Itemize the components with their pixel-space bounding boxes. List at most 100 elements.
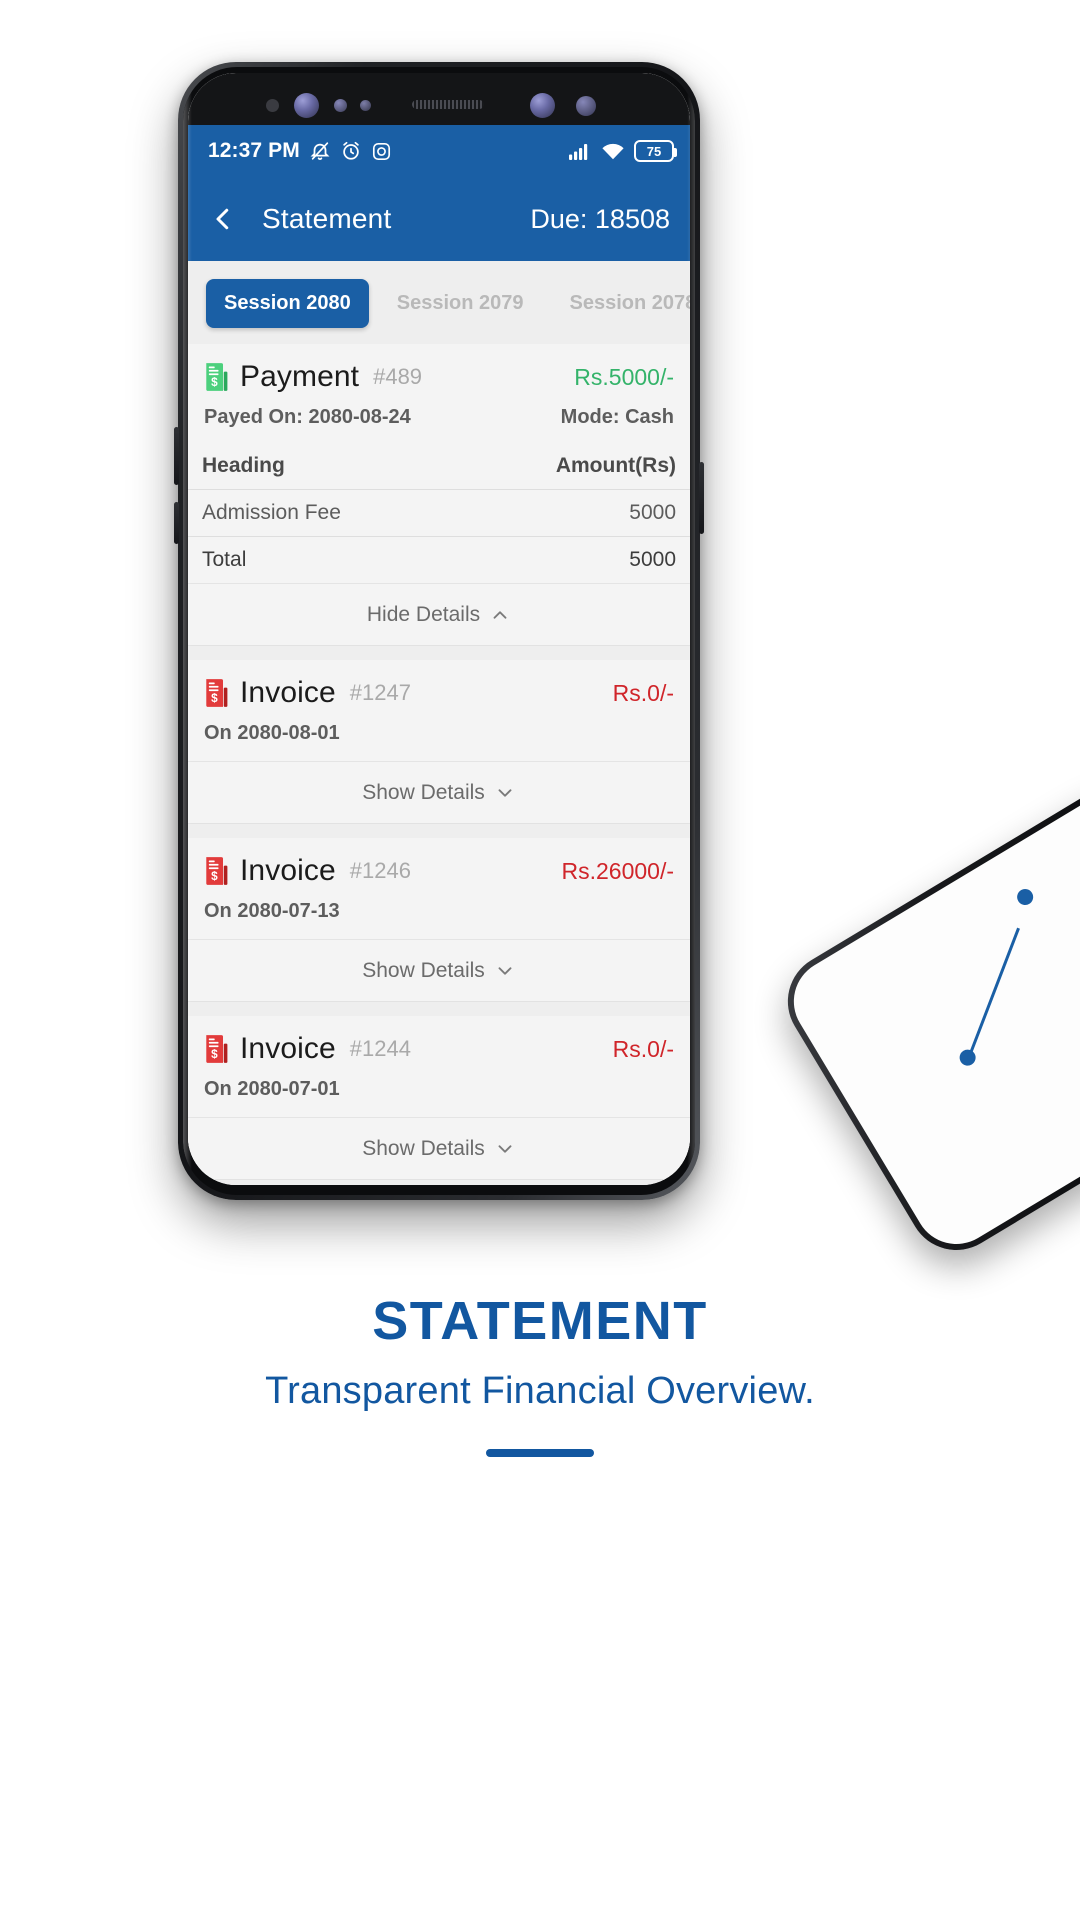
promo-text-block: STATEMENT Transparent Financial Overview…	[0, 1290, 1080, 1457]
due-amount-label: Due: 18508	[530, 203, 670, 234]
svg-text:$: $	[211, 870, 218, 883]
sensor-strip	[188, 73, 690, 125]
volume-down-button[interactable]	[174, 502, 179, 544]
hide-details-toggle[interactable]: Hide Details	[188, 583, 690, 645]
invoice-date-label: On 2080-07-13	[204, 900, 340, 922]
card-separator	[188, 824, 690, 838]
tab-session-2079[interactable]: Session 2079	[379, 279, 542, 328]
earpiece-speaker	[412, 100, 484, 109]
light-sensor-icon	[360, 100, 371, 111]
alarm-clock-icon	[343, 141, 359, 160]
entry-kind-label: Invoice	[240, 676, 336, 709]
invoice-date-label: On 2080-07-01	[204, 1078, 340, 1100]
secondary-camera-icon	[530, 93, 555, 118]
card-separator	[188, 646, 690, 660]
chevron-up-icon	[493, 610, 507, 619]
phone-screen: 12:37 PM 75 Statement Due: 18508 Session…	[188, 73, 690, 1185]
invoice-title-row: $ Invoice #1244 Rs.0/-	[204, 1032, 674, 1066]
table-row: Admission Fee 5000	[188, 490, 690, 536]
payment-meta-row: Payed On: 2080-08-24 Mode: Cash	[204, 406, 674, 429]
chevron-down-icon	[498, 966, 512, 975]
svg-text:$: $	[211, 692, 218, 705]
svg-text:$: $	[211, 376, 218, 389]
proximity-sensor-icon	[266, 99, 279, 112]
phone-bezel: 12:37 PM 75 Statement Due: 18508 Session…	[183, 67, 695, 1195]
entry-number-label: #1246	[349, 858, 411, 883]
entry-amount-label: Rs.0/-	[612, 1035, 674, 1062]
session-tab-bar[interactable]: Session 2080 Session 2079 Session 2078	[188, 261, 690, 344]
show-details-toggle[interactable]: Show Details	[188, 761, 690, 823]
invoice-date-label: On 2080-08-01	[204, 722, 340, 744]
card-separator	[188, 1002, 690, 1016]
svg-text:$: $	[211, 1048, 218, 1061]
invoice-meta-row: On 2080-07-01	[204, 1078, 674, 1101]
statement-entry-invoice-1246[interactable]: $ Invoice #1246 Rs.26000/- On 2080-07-13	[188, 838, 690, 1002]
led-indicator-icon	[576, 96, 596, 116]
status-bar-left-cluster: 12:37 PM	[208, 139, 392, 163]
promo-underline-rule	[486, 1449, 594, 1457]
battery-indicator: 75	[634, 140, 677, 162]
entry-number-label: #489	[373, 364, 423, 389]
receipt-green-icon: $	[206, 363, 228, 391]
entry-amount-label: Rs.5000/-	[574, 363, 674, 390]
invoice-card-body: $ Invoice #1246 Rs.26000/- On 2080-07-13	[188, 838, 690, 939]
phone-mockup-primary: 12:37 PM 75 Statement Due: 18508 Session…	[174, 62, 704, 1200]
promo-headline: STATEMENT	[372, 1291, 708, 1351]
tab-session-2080[interactable]: Session 2080	[206, 279, 369, 328]
row-heading-value: Admission Fee	[202, 501, 341, 524]
front-camera-icon	[294, 93, 319, 118]
entry-kind-label: Payment	[240, 360, 360, 393]
status-bar-right-cluster: 75	[568, 140, 677, 162]
cellular-signal-icon	[569, 144, 588, 160]
table-header-row: Heading Amount(Rs)	[188, 443, 690, 490]
volume-up-button[interactable]	[174, 427, 179, 485]
statement-entry-invoice-1247[interactable]: $ Invoice #1247 Rs.0/- On 2080-08-01 Sho…	[188, 660, 690, 824]
column-header-amount: Amount(Rs)	[555, 454, 676, 477]
payment-title-row: $ Payment #489 Rs.5000/-	[204, 360, 674, 394]
chart-connector-line	[966, 927, 1020, 1060]
invoice-card-body: $ Invoice #1244 Rs.0/- On 2080-07-01	[188, 1016, 690, 1117]
secondary-phone-screen	[778, 776, 1080, 1260]
invoice-title-row: $ Invoice #1246 Rs.26000/-	[204, 854, 674, 888]
invoice-title-row: $ Invoice #1247 Rs.0/-	[204, 676, 674, 710]
toggle-label: Show Details	[362, 958, 485, 982]
tab-session-2078[interactable]: Session 2078	[552, 279, 691, 328]
statement-content: Session 2080 Session 2079 Session 2078 $…	[188, 261, 690, 1185]
receipt-red-icon: $	[206, 857, 228, 885]
promo-screenshot: 12:37 PM 75 Statement Due: 18508 Session…	[0, 0, 1080, 1920]
toggle-label: Show Details	[362, 1136, 485, 1160]
power-button[interactable]	[699, 462, 704, 534]
mute-bell-icon	[310, 142, 330, 160]
battery-level-label: 75	[646, 143, 662, 159]
status-bar-clock: 12:37 PM	[208, 139, 300, 162]
page-title: Statement	[262, 203, 392, 234]
invoice-card-body: $ Invoice #1247 Rs.0/- On 2080-08-01	[188, 660, 690, 761]
entry-kind-label: Invoice	[240, 854, 336, 887]
entry-amount-label: Rs.0/-	[612, 679, 674, 706]
statement-entry-payment[interactable]: $ Payment #489 Rs.5000/- Payed On: 2080-…	[188, 344, 690, 646]
statement-entry-invoice-1244[interactable]: $ Invoice #1244 Rs.0/- On 2080-07-01 Sho…	[188, 1016, 690, 1180]
payment-mode-label: Mode: Cash	[560, 406, 674, 428]
payment-card-body: $ Payment #489 Rs.5000/- Payed On: 2080-…	[188, 344, 690, 429]
invoice-meta-row: On 2080-08-01	[204, 722, 674, 745]
chevron-down-icon	[498, 1144, 512, 1153]
phone-mockup-secondary	[770, 768, 1080, 1268]
payment-date-label: Payed On: 2080-08-24	[204, 406, 411, 428]
invoice-meta-row: On 2080-07-13	[204, 900, 674, 923]
receipt-red-icon: $	[206, 1035, 228, 1063]
entry-amount-label: Rs.26000/-	[561, 857, 674, 884]
iris-scanner-icon	[334, 99, 347, 112]
row-amount-value: 5000	[629, 501, 676, 524]
chevron-down-icon	[498, 788, 512, 797]
total-value: 5000	[629, 548, 676, 571]
android-status-bar: 12:37 PM 75	[188, 125, 690, 177]
screen-record-icon	[372, 142, 390, 160]
back-button[interactable]	[206, 202, 240, 236]
app-bar: Statement Due: 18508	[188, 177, 690, 261]
toggle-label: Show Details	[362, 780, 485, 804]
total-label: Total	[202, 548, 247, 571]
show-details-toggle[interactable]: Show Details	[188, 1117, 690, 1179]
entry-number-label: #1247	[349, 680, 411, 705]
show-details-toggle[interactable]: Show Details	[188, 939, 690, 1001]
payment-details-table: Heading Amount(Rs) Admission Fee 5000 To…	[188, 443, 690, 583]
